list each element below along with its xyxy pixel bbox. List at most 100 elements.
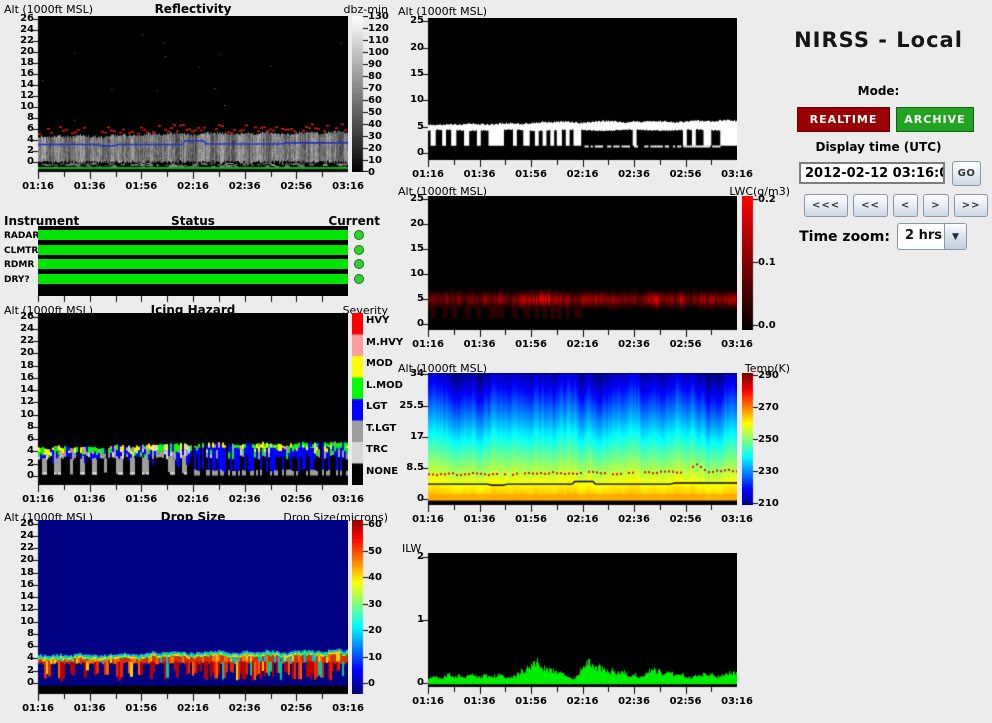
y-tick-label: 16 — [20, 371, 34, 383]
y-tick-label: 2 — [27, 457, 34, 469]
y-tick-label: 26 — [20, 310, 34, 322]
step-back-button[interactable]: << — [853, 194, 888, 217]
y-tick-label: 4 — [27, 134, 34, 146]
x-tick-label: 03:16 — [332, 494, 364, 505]
y-tick-label: 8.5 — [406, 461, 424, 473]
step-forward-small-button[interactable]: > — [923, 194, 949, 217]
colorbar-tick-label: 290 — [758, 370, 779, 382]
y-tick-label: 14 — [20, 384, 34, 396]
drop-size-plot — [28, 520, 348, 702]
severity-level-label: L.MOD — [366, 379, 403, 391]
y-tick-label: 12 — [20, 396, 34, 408]
colorbar-tick-label: 0 — [368, 167, 375, 178]
severity-level-label: M.HVY — [366, 336, 404, 348]
colorbar-tick-label: 40 — [368, 572, 382, 584]
time-zoom-dropdown[interactable]: 2 hrs ▼ — [897, 223, 967, 250]
display-time-input[interactable] — [799, 162, 945, 184]
colorbar-tick-label: 250 — [758, 434, 779, 445]
step-back-small-button[interactable]: < — [892, 194, 919, 217]
y-tick-label: 24 — [20, 529, 34, 541]
colorbar-tick-label: 0.1 — [758, 257, 776, 269]
y-tick-label: 0 — [27, 156, 34, 168]
colorbar — [352, 16, 368, 172]
x-tick-label: 02:16 — [177, 494, 209, 505]
y-tick-label: 4 — [27, 652, 34, 664]
y-tick-label: 34 — [410, 368, 424, 380]
status-bar — [38, 259, 348, 269]
x-tick-label: 02:36 — [618, 169, 650, 180]
status-row-label: RDMR — [4, 260, 35, 270]
step-back-fast-button[interactable]: <<< — [804, 194, 849, 217]
reflectivity-plot — [28, 16, 348, 180]
step-forward-button[interactable]: >> — [953, 194, 989, 217]
x-tick-label: 01:36 — [73, 703, 106, 714]
x-tick-label: 02:56 — [669, 696, 702, 707]
y-tick-label: 10 — [20, 615, 34, 627]
y-tick-label: 25.5 — [399, 399, 424, 411]
x-tick-label: 01:36 — [463, 696, 496, 707]
y-tick-label: 26 — [20, 517, 34, 529]
y-tick-label: 0 — [27, 676, 34, 688]
x-tick-label: 02:56 — [669, 514, 702, 525]
y-tick-label: 10 — [410, 94, 424, 106]
x-tick-label: 01:56 — [515, 696, 547, 707]
nirss-app: Alt (1000ft MSL) Reflectivity dbz-min In… — [0, 0, 992, 723]
y-tick-label: 12 — [20, 603, 34, 615]
y-tick-label: 12 — [20, 90, 34, 102]
x-tick-label: 02:36 — [228, 181, 261, 192]
y-tick-label: 4 — [27, 445, 34, 457]
cloud-boundaries-plot — [418, 18, 737, 168]
x-tick-label: 01:36 — [463, 169, 496, 180]
x-tick-label: 01:36 — [73, 494, 106, 505]
chevron-down-icon[interactable]: ▼ — [944, 224, 966, 249]
x-tick-label: 03:16 — [721, 696, 753, 707]
x-tick-label: 02:36 — [618, 514, 650, 525]
y-tick-label: 5 — [417, 292, 424, 304]
y-tick-label: 26 — [20, 13, 34, 25]
x-tick-label: 01:56 — [515, 339, 547, 350]
y-tick-label: 14 — [20, 591, 34, 603]
status-row-label: RADAR — [4, 231, 40, 241]
x-tick-label: 02:16 — [177, 181, 209, 192]
x-tick-label: 03:16 — [721, 514, 753, 525]
x-tick-label: 01:56 — [125, 703, 158, 714]
x-tick-label: 01:16 — [412, 514, 444, 525]
x-tick-label: 01:56 — [125, 181, 158, 192]
y-tick-label: 0 — [27, 469, 34, 481]
y-tick-label: 0 — [417, 317, 424, 329]
temperature-plot — [418, 373, 737, 513]
y-tick-label: 18 — [20, 359, 34, 371]
x-tick-label: 03:16 — [332, 703, 364, 714]
lwc-plot — [418, 196, 737, 338]
y-tick-label: 25 — [410, 15, 424, 27]
display-time-label: Display time (UTC) — [815, 140, 942, 154]
x-tick-label: 01:16 — [412, 339, 444, 350]
status-bar — [38, 273, 348, 284]
x-tick-label: 02:16 — [177, 703, 209, 714]
x-tick-label: 01:56 — [515, 169, 547, 180]
y-tick-label: 10 — [410, 267, 424, 279]
colorbar-tick-label: 0.2 — [758, 194, 776, 206]
colorbar — [352, 520, 368, 694]
y-tick-label: 8 — [27, 112, 34, 124]
y-tick-label: 24 — [20, 24, 34, 36]
colorbar-tick-label: 0.0 — [758, 319, 776, 331]
colorbar — [742, 196, 758, 330]
y-tick-label: 1 — [417, 614, 424, 625]
x-tick-label: 03:16 — [721, 169, 753, 180]
x-tick-label: 01:16 — [22, 494, 54, 505]
x-tick-label: 02:16 — [566, 339, 599, 350]
x-tick-label: 02:16 — [566, 514, 599, 525]
ilw-plot — [418, 553, 737, 695]
colorbar-tick-label: 270 — [758, 402, 779, 414]
x-tick-label: 01:16 — [22, 703, 54, 714]
x-tick-label: 02:36 — [228, 703, 261, 714]
y-tick-label: 15 — [410, 242, 424, 254]
go-button[interactable]: GO — [952, 161, 981, 186]
colorbar-tick-label: 50 — [368, 107, 382, 118]
archive-button[interactable]: ARCHIVE — [896, 107, 974, 132]
y-tick-label: 20 — [20, 46, 34, 58]
realtime-button[interactable]: REALTIME — [797, 107, 890, 132]
x-tick-label: 01:36 — [73, 181, 106, 192]
y-tick-label: 24 — [20, 322, 34, 334]
